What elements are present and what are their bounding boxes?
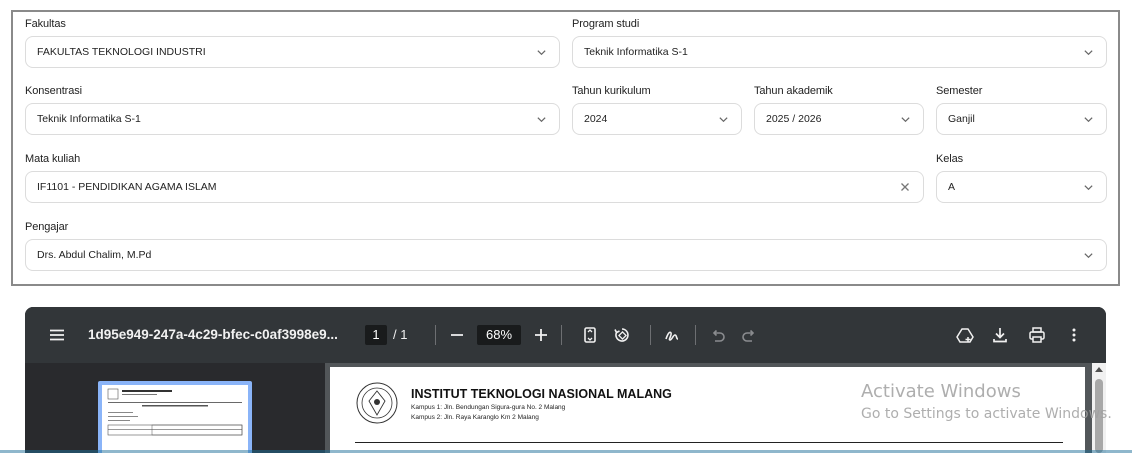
undo-icon[interactable] [709, 326, 727, 344]
chevron-down-icon [1084, 50, 1093, 56]
fakultas-label: Fakultas [25, 18, 66, 30]
fakultas-select[interactable]: FAKULTAS TEKNOLOGI INDUSTRI [25, 36, 560, 68]
pdf-toolbar: 1d95e949-247a-4c29-bfec-c0af3998e9... 1 … [25, 307, 1106, 363]
tahun-akademik-value: 2025 / 2026 [766, 113, 822, 125]
pdf-file-name: 1d95e949-247a-4c29-bfec-c0af3998e9... [88, 327, 338, 342]
konsentrasi-field: Konsentrasi Teknik Informatika S-1 [25, 85, 560, 137]
page-number-input[interactable]: 1 [365, 325, 387, 345]
pdf-viewer: 1d95e949-247a-4c29-bfec-c0af3998e9... 1 … [25, 307, 1106, 453]
activate-windows-subtitle: Go to Settings to activate Windows. [861, 406, 1112, 422]
chevron-down-icon [1084, 253, 1093, 259]
fit-page-icon[interactable] [581, 326, 599, 344]
pengajar-select[interactable]: Drs. Abdul Chalim, M.Pd [25, 239, 1107, 271]
semester-value: Ganjil [948, 113, 975, 125]
chevron-down-icon [537, 50, 546, 56]
scroll-up-icon[interactable] [1095, 366, 1103, 373]
kelas-value: A [948, 181, 956, 193]
print-icon[interactable] [1028, 326, 1046, 344]
download-icon[interactable] [991, 326, 1009, 344]
institution-logo-icon [356, 382, 398, 424]
semester-field: Semester Ganjil [936, 85, 1107, 137]
thumbnail-sidebar [25, 363, 325, 453]
semester-label: Semester [936, 85, 983, 97]
chevron-down-icon [1084, 117, 1093, 123]
kelas-select[interactable]: A [936, 171, 1107, 203]
annotate-icon[interactable] [663, 326, 681, 344]
zoom-level-input[interactable]: 68% [477, 325, 521, 345]
kelas-field: Kelas A [936, 153, 1107, 205]
tahun-kurikulum-label: Tahun kurikulum [572, 85, 651, 97]
mata-kuliah-value: IF1101 - PENDIDIKAN AGAMA ISLAM [37, 181, 217, 193]
program-studi-label: Program studi [572, 18, 640, 30]
page-total: / 1 [393, 327, 408, 342]
more-icon[interactable] [1065, 326, 1083, 344]
fakultas-field: Fakultas FAKULTAS TEKNOLOGI INDUSTRI [25, 18, 560, 70]
filter-form-panel: Fakultas FAKULTAS TEKNOLOGI INDUSTRI Pro… [11, 10, 1120, 286]
mata-kuliah-label: Mata kuliah [25, 153, 81, 165]
thumbnail-preview [107, 388, 243, 436]
konsentrasi-value: Teknik Informatika S-1 [37, 113, 141, 125]
pengajar-label: Pengajar [25, 221, 69, 233]
rotate-icon[interactable] [613, 326, 631, 344]
institution-name: INSTITUT TEKNOLOGI NASIONAL MALANG [411, 387, 672, 401]
save-drive-icon[interactable] [956, 326, 974, 344]
toolbar-divider [695, 325, 696, 345]
toolbar-divider [561, 325, 562, 345]
redo-icon[interactable] [740, 326, 758, 344]
address-line-1: Kampus 1: Jln. Bendungan Sigura-gura No.… [411, 404, 566, 411]
activate-windows-title: Activate Windows [861, 381, 1021, 402]
toolbar-divider [650, 325, 651, 345]
konsentrasi-select[interactable]: Teknik Informatika S-1 [25, 103, 560, 135]
chevron-down-icon [537, 117, 546, 123]
chevron-down-icon [719, 117, 728, 123]
semester-select[interactable]: Ganjil [936, 103, 1107, 135]
zoom-in-icon[interactable] [532, 326, 550, 344]
tahun-kurikulum-value: 2024 [584, 113, 608, 125]
program-studi-select[interactable]: Teknik Informatika S-1 [572, 36, 1107, 68]
mata-kuliah-select[interactable]: IF1101 - PENDIDIKAN AGAMA ISLAM [25, 171, 924, 203]
tahun-akademik-select[interactable]: 2025 / 2026 [754, 103, 924, 135]
chevron-down-icon [1084, 185, 1093, 191]
tahun-akademik-field: Tahun akademik 2025 / 2026 [754, 85, 924, 137]
header-rule [355, 442, 1063, 443]
toolbar-divider [435, 325, 436, 345]
address-line-2: Kampus 2: Jln. Raya Karanglo Km 2 Malang [411, 414, 539, 421]
tahun-kurikulum-select[interactable]: 2024 [572, 103, 742, 135]
fakultas-value: FAKULTAS TEKNOLOGI INDUSTRI [37, 46, 206, 58]
mata-kuliah-field: Mata kuliah IF1101 - PENDIDIKAN AGAMA IS… [25, 153, 924, 205]
clear-icon[interactable] [899, 181, 911, 193]
program-studi-value: Teknik Informatika S-1 [584, 46, 688, 58]
pengajar-field: Pengajar Drs. Abdul Chalim, M.Pd [25, 221, 1107, 273]
pengajar-value: Drs. Abdul Chalim, M.Pd [37, 249, 152, 261]
page-thumbnail[interactable] [98, 381, 252, 453]
tahun-kurikulum-field: Tahun kurikulum 2024 [572, 85, 742, 137]
menu-icon[interactable] [48, 326, 66, 344]
tahun-akademik-label: Tahun akademik [754, 85, 833, 97]
konsentrasi-label: Konsentrasi [25, 85, 82, 97]
program-studi-field: Program studi Teknik Informatika S-1 [572, 18, 1107, 70]
zoom-out-icon[interactable] [448, 326, 466, 344]
chevron-down-icon [901, 117, 910, 123]
kelas-label: Kelas [936, 153, 964, 165]
